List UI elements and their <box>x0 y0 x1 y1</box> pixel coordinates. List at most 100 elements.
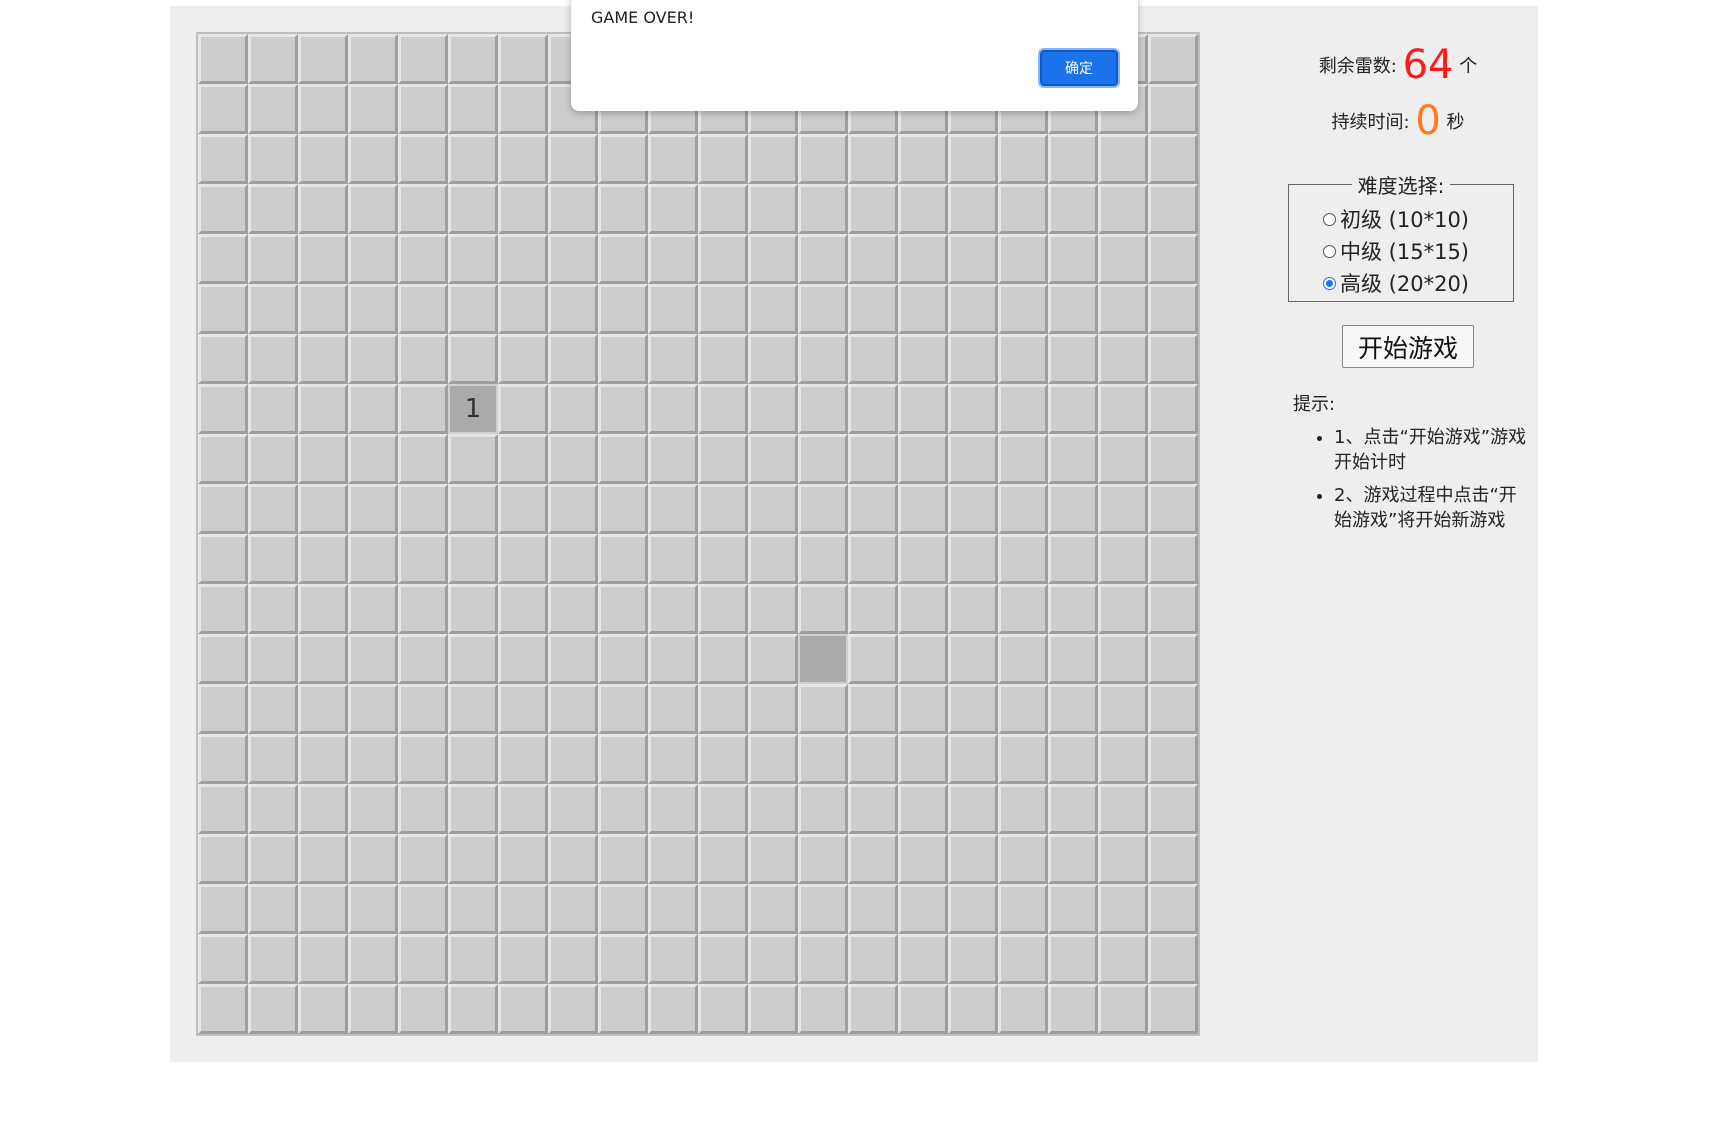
mine-cell[interactable] <box>598 884 648 934</box>
mine-cell[interactable] <box>198 784 248 834</box>
mine-cell[interactable] <box>198 634 248 684</box>
mine-cell[interactable] <box>1098 184 1148 234</box>
mine-cell[interactable] <box>198 534 248 584</box>
mine-cell[interactable] <box>448 234 498 284</box>
mine-cell[interactable] <box>398 584 448 634</box>
mine-cell[interactable] <box>248 284 298 334</box>
mine-cell[interactable] <box>698 634 748 684</box>
mine-cell[interactable] <box>748 784 798 834</box>
mine-cell[interactable] <box>998 384 1048 434</box>
mine-cell[interactable] <box>1148 634 1198 684</box>
mine-cell[interactable] <box>398 684 448 734</box>
mine-cell[interactable] <box>1098 434 1148 484</box>
mine-cell[interactable] <box>248 534 298 584</box>
mine-cell[interactable] <box>348 584 398 634</box>
mine-cell[interactable] <box>798 534 848 584</box>
mine-cell[interactable] <box>798 684 848 734</box>
mine-cell[interactable] <box>1098 234 1148 284</box>
mine-cell[interactable] <box>1148 884 1198 934</box>
mine-cell[interactable] <box>198 934 248 984</box>
mine-cell[interactable] <box>698 784 748 834</box>
mine-cell[interactable] <box>948 334 998 384</box>
mine-cell[interactable] <box>498 484 548 534</box>
mine-cell[interactable] <box>298 784 348 834</box>
mine-cell[interactable] <box>748 434 798 484</box>
mine-cell[interactable] <box>848 434 898 484</box>
mine-cell[interactable] <box>298 584 348 634</box>
mine-cell[interactable] <box>1148 484 1198 534</box>
mine-cell[interactable] <box>348 934 398 984</box>
mine-cell[interactable] <box>298 84 348 134</box>
mine-cell[interactable] <box>948 584 998 634</box>
mine-cell[interactable] <box>698 534 748 584</box>
mine-cell[interactable] <box>548 484 598 534</box>
mine-cell[interactable] <box>398 34 448 84</box>
mine-cell[interactable] <box>898 884 948 934</box>
mine-cell[interactable] <box>448 634 498 684</box>
mine-cell[interactable] <box>748 384 798 434</box>
mine-cell[interactable] <box>398 334 448 384</box>
mine-cell[interactable] <box>598 934 648 984</box>
mine-cell[interactable] <box>348 534 398 584</box>
mine-cell[interactable] <box>548 384 598 434</box>
mine-cell[interactable] <box>298 734 348 784</box>
mine-cell[interactable] <box>998 534 1048 584</box>
mine-cell[interactable] <box>198 884 248 934</box>
mine-cell[interactable] <box>698 434 748 484</box>
mine-cell[interactable] <box>1148 784 1198 834</box>
mine-cell[interactable] <box>948 134 998 184</box>
mine-cell[interactable] <box>998 684 1048 734</box>
mine-cell[interactable] <box>198 484 248 534</box>
mine-cell[interactable] <box>998 434 1048 484</box>
mine-cell[interactable] <box>448 584 498 634</box>
mine-cell[interactable] <box>698 884 748 934</box>
mine-cell[interactable] <box>298 134 348 184</box>
mine-cell[interactable] <box>898 784 948 834</box>
mine-cell[interactable] <box>348 484 398 534</box>
mine-cell[interactable] <box>748 284 798 334</box>
mine-cell[interactable] <box>498 934 548 984</box>
mine-cell[interactable] <box>998 284 1048 334</box>
mine-cell[interactable] <box>748 184 798 234</box>
mine-cell[interactable] <box>1048 884 1098 934</box>
mine-cell[interactable] <box>798 384 848 434</box>
mine-cell[interactable] <box>198 584 248 634</box>
mine-cell[interactable] <box>298 534 348 584</box>
mine-cell[interactable] <box>298 834 348 884</box>
mine-cell[interactable] <box>248 434 298 484</box>
mine-cell[interactable] <box>598 784 648 834</box>
mine-cell[interactable] <box>948 684 998 734</box>
mine-cell[interactable] <box>1098 534 1148 584</box>
mine-cell[interactable] <box>498 834 548 884</box>
mine-cell[interactable] <box>798 134 848 184</box>
mine-cell[interactable] <box>948 234 998 284</box>
mine-cell[interactable] <box>1048 184 1098 234</box>
mine-cell[interactable] <box>848 184 898 234</box>
mine-cell[interactable] <box>248 734 298 784</box>
mine-cell[interactable] <box>298 284 348 334</box>
mine-cell[interactable] <box>1098 284 1148 334</box>
mine-cell[interactable] <box>398 134 448 184</box>
mine-cell[interactable] <box>1048 934 1098 984</box>
mine-cell[interactable] <box>348 334 398 384</box>
mine-cell[interactable] <box>448 534 498 584</box>
mine-cell[interactable] <box>648 734 698 784</box>
mine-cell[interactable] <box>998 734 1048 784</box>
mine-cell[interactable] <box>598 484 648 534</box>
mine-cell[interactable] <box>198 184 248 234</box>
mine-cell[interactable] <box>398 784 448 834</box>
mine-cell[interactable] <box>248 34 298 84</box>
mine-cell[interactable] <box>448 834 498 884</box>
mine-cell[interactable] <box>998 984 1048 1034</box>
mine-cell[interactable] <box>498 334 548 384</box>
mine-cell[interactable] <box>748 234 798 284</box>
mine-cell[interactable] <box>1098 884 1148 934</box>
mine-cell[interactable] <box>1098 984 1148 1034</box>
mine-cell[interactable] <box>448 34 498 84</box>
mine-cell[interactable] <box>248 134 298 184</box>
mine-cell[interactable] <box>298 34 348 84</box>
mine-cell[interactable] <box>448 284 498 334</box>
mine-cell[interactable] <box>598 584 648 634</box>
difficulty-option-easy[interactable]: 初级 (10*10) <box>1323 203 1503 235</box>
mine-cell[interactable] <box>198 684 248 734</box>
